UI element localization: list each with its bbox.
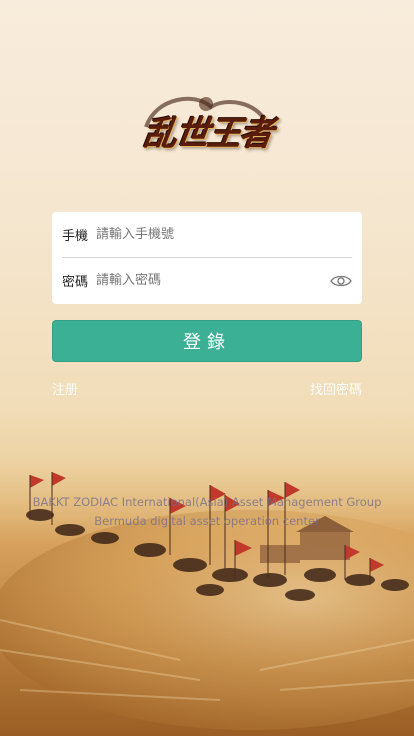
phone-row: 手機 — [62, 212, 352, 258]
game-logo-text: 乱世王者 — [140, 113, 275, 154]
phone-input[interactable] — [96, 227, 352, 242]
password-label: 密碼 — [62, 275, 89, 290]
footer-company-subtitle: Bermuda digital asset operation center — [94, 514, 320, 528]
battle-scene-background — [0, 460, 414, 736]
forgot-password-link[interactable]: 找回密碼 — [310, 379, 362, 398]
password-row: 密碼 — [62, 258, 352, 303]
register-link[interactable]: 注册 — [52, 379, 78, 398]
phone-label: 手機 — [62, 229, 89, 244]
footer-company-name: BAKKT ZODIAC International(Asia) Asset M… — [32, 495, 382, 509]
login-button[interactable]: 登錄 — [52, 320, 362, 362]
password-input[interactable] — [96, 273, 330, 288]
login-page: 乱世王者 手機 密碼 登錄 注册 找回密碼 BAKKT ZODIAC Inter… — [0, 0, 414, 736]
eye-icon[interactable] — [330, 274, 352, 288]
login-form: 手機 密碼 — [52, 212, 362, 304]
